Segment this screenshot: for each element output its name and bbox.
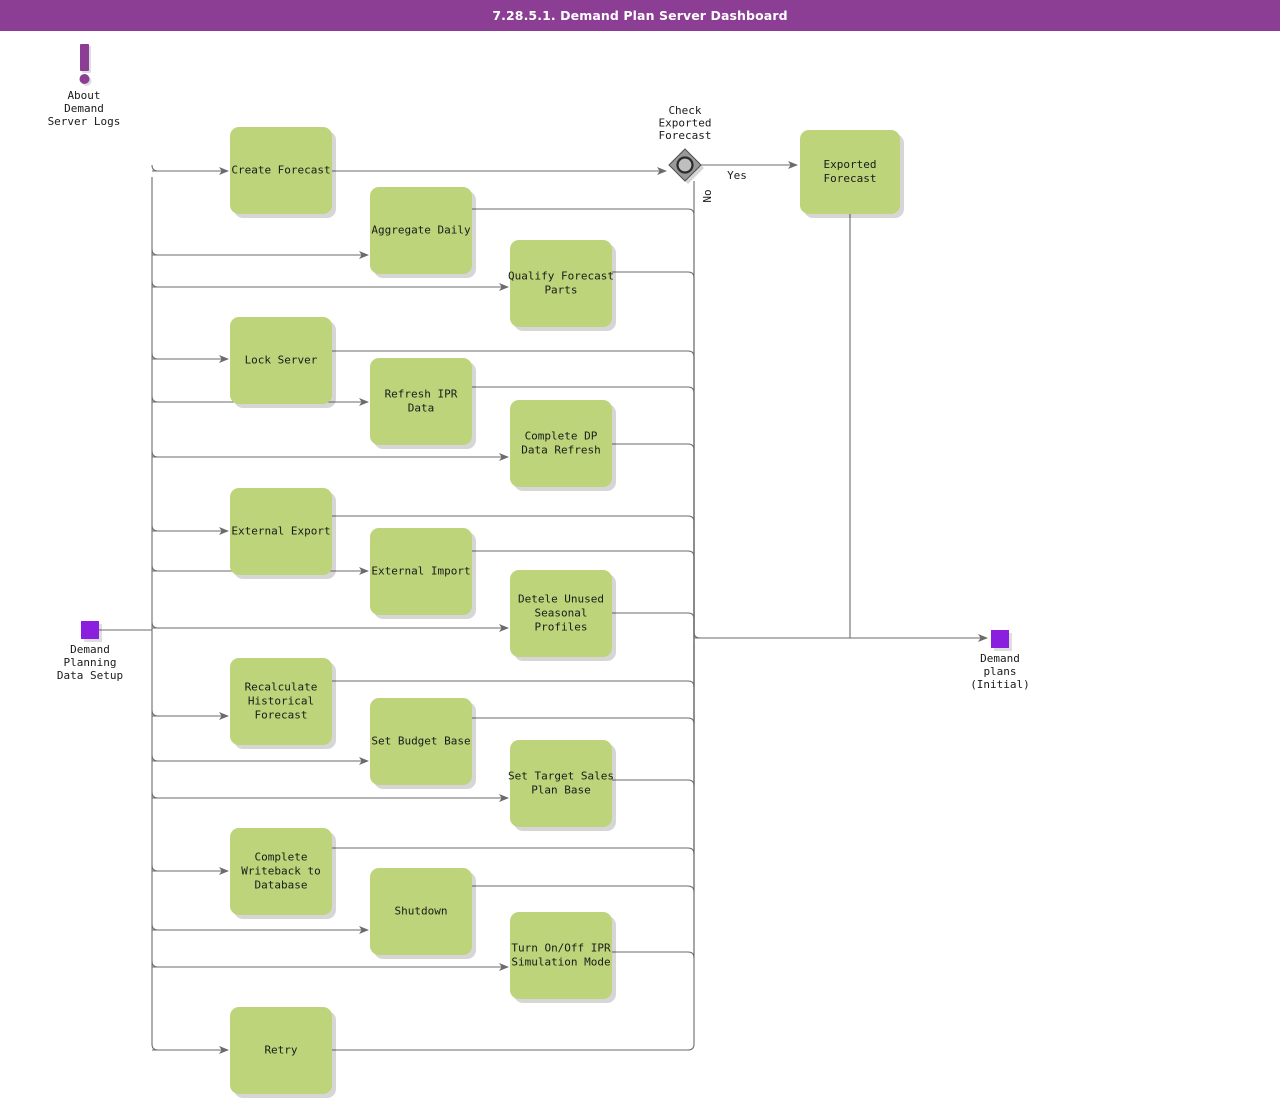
activity-node-aggregate-daily[interactable]: Aggregate Daily: [370, 187, 476, 278]
node-label: Set Target Sales: [508, 770, 614, 783]
node-label: External Import: [371, 565, 470, 578]
decision-label: Exported: [659, 117, 712, 130]
page-title: 7.28.5.1. Demand Plan Server Dashboard: [492, 8, 788, 23]
activity-node-complete-writeback-to-database[interactable]: CompleteWriteback toDatabase: [230, 828, 336, 919]
edge-label-yes: Yes: [727, 169, 747, 182]
activity-node-external-import[interactable]: External Import: [370, 528, 476, 619]
node-label: Create Forecast: [231, 164, 330, 177]
note-label: About: [67, 89, 100, 102]
activity-node-refresh-ipr-data[interactable]: Refresh IPRData: [370, 358, 476, 449]
node-label: Data: [408, 402, 435, 415]
node-label: Database: [255, 879, 308, 892]
edge-label-no: No: [701, 189, 714, 202]
activity-node-qualify-forecast-parts[interactable]: Qualify ForecastParts: [508, 240, 616, 331]
activity-node-complete-dp-data-refresh[interactable]: Complete DPData Refresh: [510, 400, 616, 491]
terminal-label: Data Setup: [57, 669, 123, 682]
decision-marker: [676, 156, 694, 174]
activity-node-create-forecast[interactable]: Create Forecast: [230, 127, 336, 218]
node-label: Retry: [264, 1044, 297, 1057]
node-label: Aggregate Daily: [371, 224, 471, 237]
node-label: Lock Server: [245, 354, 318, 367]
node-label: Shutdown: [395, 905, 448, 918]
node-label: Recalculate: [245, 681, 318, 694]
activity-node-external-export[interactable]: External Export: [230, 488, 336, 579]
terminal-label: Demand: [980, 652, 1020, 665]
node-label: Turn On/Off IPR: [511, 942, 611, 955]
activity-node-recalculate-historical-forecast[interactable]: RecalculateHistoricalForecast: [230, 658, 336, 749]
node-label: Complete DP: [525, 430, 598, 443]
window-titlebar: 7.28.5.1. Demand Plan Server Dashboard: [0, 0, 1280, 31]
activity-node-set-budget-base[interactable]: Set Budget Base: [370, 698, 476, 789]
note-label: Server Logs: [48, 115, 121, 128]
terminal-label: (Initial): [970, 678, 1030, 691]
terminal-label: Planning: [64, 656, 117, 669]
terminal-body[interactable]: [81, 621, 99, 639]
node-label: Forecast: [255, 709, 308, 722]
node-label: Plan Base: [531, 784, 591, 797]
node-label: Set Budget Base: [371, 735, 470, 748]
decision-label: Forecast: [659, 129, 712, 142]
node-label: Complete: [255, 851, 308, 864]
activity-node-set-target-sales-plan-base[interactable]: Set Target SalesPlan Base: [508, 740, 616, 831]
node-label: Detele Unused: [518, 593, 604, 606]
diagram-canvas: Create Forecast Aggregate Daily Qualify Fo…: [0, 31, 1280, 1100]
node-label: Data Refresh: [521, 444, 600, 457]
terminal-body[interactable]: [991, 630, 1009, 648]
terminal-label: Demand: [70, 643, 110, 656]
note-label: Demand: [64, 102, 104, 115]
node-label: Profiles: [535, 621, 588, 634]
node-label: Parts: [544, 284, 577, 297]
note-exclamation-mark-icon[interactable]: AboutDemandServer Logs: [48, 44, 121, 128]
node-label: Forecast: [824, 172, 877, 185]
activity-node-exported-forecast[interactable]: ExportedForecast: [800, 130, 904, 218]
node-label: Seasonal: [535, 607, 588, 620]
node-label: Historical: [248, 695, 314, 708]
activity-node-lock-server[interactable]: Lock Server: [230, 317, 336, 408]
activity-node-retry[interactable]: Retry: [230, 1007, 336, 1098]
node-label: Simulation Mode: [511, 956, 610, 969]
node-label: Refresh IPR: [385, 388, 458, 401]
flowchart-svg: Create Forecast Aggregate Daily Qualify Fo…: [48, 44, 1030, 1098]
node-label: Writeback to: [241, 865, 320, 878]
node-label: Qualify Forecast: [508, 270, 614, 283]
decision-node-check-exported-forecast[interactable]: CheckExportedForecast Yes No: [659, 104, 747, 203]
decision-label: Check: [668, 104, 701, 117]
activity-node-shutdown[interactable]: Shutdown: [370, 868, 476, 959]
node-label: External Export: [231, 525, 330, 538]
exclamation-dot-icon: [79, 74, 90, 84]
activity-node-turn-on-off-ipr-simulation-mode[interactable]: Turn On/Off IPRSimulation Mode: [510, 912, 616, 1003]
terminal-label: plans: [983, 665, 1016, 678]
node-label: Exported: [824, 158, 877, 171]
activity-node-detele-unused-seasonal-profiles[interactable]: Detele UnusedSeasonalProfiles: [510, 570, 616, 661]
app-root: 7.28.5.1. Demand Plan Server Dashboard C…: [0, 0, 1280, 1100]
terminal-node-demand-plans-initial[interactable]: Demandplans(Initial): [970, 630, 1030, 691]
exclamation-mark-icon[interactable]: [80, 44, 89, 71]
